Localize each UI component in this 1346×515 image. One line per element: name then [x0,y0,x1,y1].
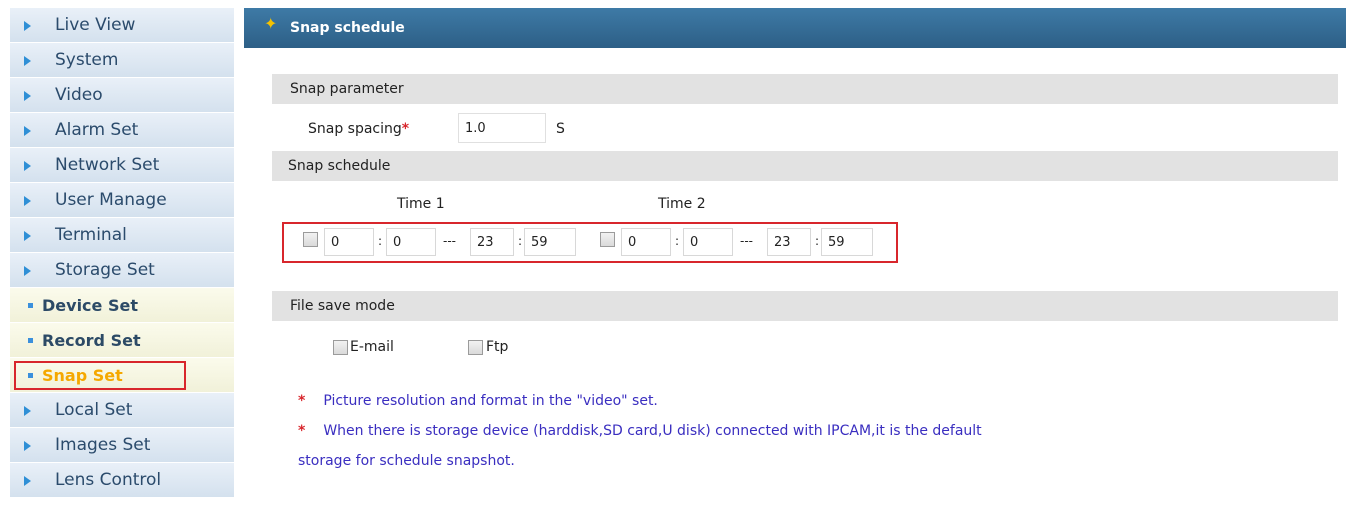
time2-enable-checkbox[interactable] [600,232,615,247]
time2-start-minute-input[interactable] [683,228,733,256]
section-header-snap-schedule: Snap schedule [272,151,1338,181]
sidebar-item-device-set[interactable]: Device Set [10,288,234,323]
sidebar-item-label: Live View [55,15,136,35]
sidebar-item-snap-set[interactable]: Snap Set [10,358,234,393]
sidebar-item-label: Local Set [55,400,133,420]
bullet-icon [28,338,33,343]
time-separator: : [675,234,680,248]
time1-start-minute-input[interactable] [386,228,436,256]
bullet-icon [28,303,33,308]
sidebar-item-label: Snap Set [42,366,123,385]
time1-enable-checkbox[interactable] [303,232,318,247]
time1-label: Time 1 [397,196,445,212]
note-mark: * [298,393,306,409]
sidebar-item-record-set[interactable]: Record Set [10,323,234,358]
sidebar-item-system[interactable]: System [10,43,234,78]
sidebar-item-label: Images Set [55,435,151,455]
sidebar-item-images-set[interactable]: Images Set [10,428,234,463]
page-header: ✦ Snap schedule [244,8,1346,48]
arrow-right-icon [24,91,31,101]
bullet-icon [28,373,33,378]
ftp-label: Ftp [486,339,509,355]
sidebar-item-label: User Manage [55,190,167,210]
time2-end-hour-input[interactable] [767,228,811,256]
sidebar-item-terminal[interactable]: Terminal [10,218,234,253]
sidebar-item-label: Terminal [55,225,127,245]
sidebar-item-local-set[interactable]: Local Set [10,393,234,428]
snap-spacing-label: Snap spacing* [308,121,410,137]
required-mark: * [401,121,410,137]
email-label: E-mail [350,339,394,355]
sidebar-item-label: Lens Control [55,470,162,490]
time2-end-minute-input[interactable] [821,228,873,256]
sidebar-item-user-manage[interactable]: User Manage [10,183,234,218]
arrow-right-icon [24,196,31,206]
note-mark: * [298,423,306,439]
time2-start-hour-input[interactable] [621,228,671,256]
time1-start-hour-input[interactable] [324,228,374,256]
sidebar-item-label: Video [55,85,103,105]
time-separator: : [518,234,523,248]
time2-label: Time 2 [658,196,706,212]
page-title: Snap schedule [290,20,405,36]
arrow-right-icon [24,406,31,416]
sidebar-item-storage-set[interactable]: Storage Set [10,253,234,288]
range-separator: --- [740,234,753,248]
arrow-right-icon [24,476,31,486]
sidebar-item-alarm-set[interactable]: Alarm Set [10,113,234,148]
note-resolution: * Picture resolution and format in the "v… [298,393,658,409]
sidebar-item-network-set[interactable]: Network Set [10,148,234,183]
arrow-right-icon [24,21,31,31]
sidebar-item-live-view[interactable]: Live View [10,8,234,43]
range-separator: --- [443,234,456,248]
arrow-right-icon [24,161,31,171]
sidebar-item-label: System [55,50,119,70]
email-checkbox[interactable] [333,340,348,355]
arrow-right-icon [24,441,31,451]
sidebar-item-video[interactable]: Video [10,78,234,113]
sidebar-item-label: Storage Set [55,260,155,280]
section-header-file-save-mode: File save mode [272,291,1338,321]
arrow-right-icon [24,126,31,136]
snap-spacing-unit: S [556,121,565,137]
sidebar-item-label: Device Set [42,296,138,315]
section-title: Snap parameter [290,81,404,97]
time1-end-minute-input[interactable] [524,228,576,256]
ftp-checkbox[interactable] [468,340,483,355]
time1-end-hour-input[interactable] [470,228,514,256]
sidebar-item-lens-control[interactable]: Lens Control [10,463,234,498]
note-storage: * When there is storage device (harddisk,… [298,423,982,439]
arrow-right-icon [24,231,31,241]
sidebar-nav: Live View System Video Alarm Set Network… [10,8,234,498]
sidebar-item-label: Network Set [55,155,160,175]
arrow-right-icon [24,56,31,66]
sidebar-item-label: Record Set [42,331,141,350]
section-header-snap-parameter: Snap parameter [272,74,1338,104]
sparkle-icon: ✦ [264,14,278,33]
time-separator: : [815,234,820,248]
note-storage-continued: storage for schedule snapshot. [298,453,515,469]
arrow-right-icon [24,266,31,276]
snap-spacing-input[interactable] [458,113,546,143]
section-title: Snap schedule [288,158,391,174]
time-separator: : [378,234,383,248]
sidebar-item-label: Alarm Set [55,120,139,140]
section-title: File save mode [290,298,395,314]
